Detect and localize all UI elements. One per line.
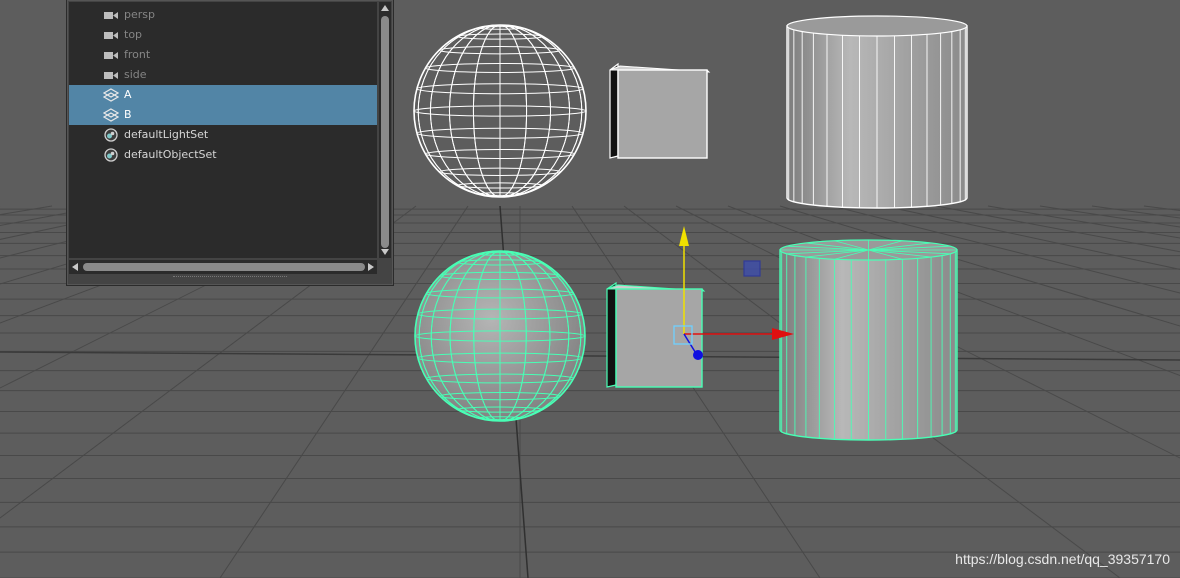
outliner-item-label: A <box>124 88 132 101</box>
panel-resize-grip[interactable] <box>173 276 287 280</box>
set-icon <box>103 148 119 162</box>
cube-selected[interactable] <box>606 281 706 388</box>
scroll-left-arrow-icon[interactable] <box>72 263 78 271</box>
outliner-item-persp[interactable]: persp <box>69 5 377 25</box>
outliner-list[interactable]: persp top front side A BdefaultLightSet defaul… <box>69 2 377 258</box>
vertical-scrollbar[interactable] <box>379 2 391 258</box>
outliner-item-label: defaultObjectSet <box>124 148 217 161</box>
scroll-down-arrow-icon[interactable] <box>381 249 389 255</box>
sphere-top[interactable] <box>413 24 587 198</box>
outliner-item-top[interactable]: top <box>69 25 377 45</box>
cylinder-selected[interactable] <box>779 239 958 441</box>
camera-icon <box>103 28 119 42</box>
group-icon <box>102 88 120 102</box>
outliner-item-b[interactable]: B <box>69 105 377 125</box>
outliner-item-front[interactable]: front <box>69 45 377 65</box>
outliner-panel[interactable]: persp top front side A BdefaultLightSet defaul… <box>66 0 394 286</box>
camera-icon <box>103 48 119 62</box>
horizontal-scrollbar[interactable] <box>69 260 377 274</box>
outliner-item-label: top <box>124 28 143 41</box>
scroll-up-arrow-icon[interactable] <box>381 5 389 11</box>
manipulator-plane-handle[interactable] <box>743 260 761 277</box>
vertical-scroll-thumb[interactable] <box>381 16 389 248</box>
camera-icon <box>103 8 119 22</box>
outliner-item-a[interactable]: A <box>69 85 377 105</box>
outliner-item-defaultlightset[interactable]: defaultLightSet <box>69 125 377 145</box>
manipulator-z-handle-icon[interactable] <box>693 350 703 360</box>
set-icon <box>103 128 119 142</box>
group-icon <box>102 108 120 122</box>
cube-top[interactable] <box>609 62 711 159</box>
outliner-item-label: front <box>124 48 151 61</box>
manipulator-y-arrow-icon[interactable] <box>679 226 689 246</box>
sphere-selected[interactable] <box>414 250 586 422</box>
outliner-item-label: defaultLightSet <box>124 128 209 141</box>
scroll-right-arrow-icon[interactable] <box>368 263 374 271</box>
outliner-item-label: persp <box>124 8 155 21</box>
horizontal-scroll-thumb[interactable] <box>83 263 365 271</box>
watermark-text: https://blog.csdn.net/qq_39357170 <box>955 551 1170 567</box>
outliner-item-label: B <box>124 108 132 121</box>
camera-icon <box>103 68 119 82</box>
outliner-item-label: side <box>124 68 147 81</box>
cylinder-top[interactable] <box>786 15 968 209</box>
outliner-item-side[interactable]: side <box>69 65 377 85</box>
outliner-item-defaultobjectset[interactable]: defaultObjectSet <box>69 145 377 165</box>
